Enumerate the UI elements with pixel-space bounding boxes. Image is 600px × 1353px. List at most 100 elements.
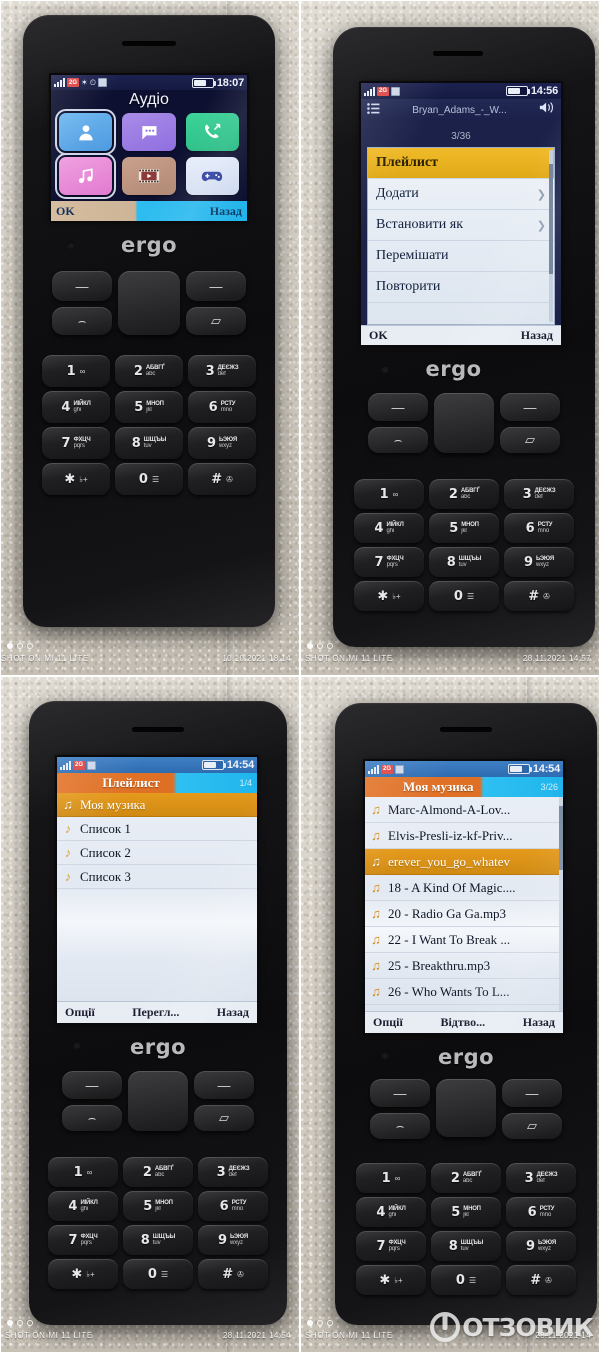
softkey-right-label[interactable]: Назад — [212, 1005, 254, 1020]
list-scrollbar[interactable] — [559, 797, 563, 1011]
key-7[interactable]: 7 ФХЦЧ pqrs — [42, 427, 110, 459]
menu-scrollbar[interactable] — [549, 150, 553, 322]
softkey-center-label[interactable]: Відтво... — [435, 1015, 490, 1030]
dpad-center-button[interactable] — [118, 271, 180, 335]
key-9[interactable]: 9 ЬЭЮЯ wxyz — [188, 427, 256, 459]
key-star[interactable]: ✱ ♭+ — [354, 581, 424, 611]
list-item[interactable]: ♫ 22 - I Want To Break ... — [365, 927, 563, 953]
list-item[interactable]: ♫ Elvis-Presli-iz-kf-Priv... — [365, 823, 563, 849]
key-4[interactable]: 4 ИІЙКЛ ghi — [354, 513, 424, 543]
list-item[interactable]: ♫ Моя музика — [57, 793, 257, 817]
softkey-right-label[interactable]: Назад — [205, 204, 247, 219]
list-item[interactable]: ♫ 26 - Who Wants To L... — [365, 979, 563, 1005]
music-app-icon[interactable] — [54, 153, 117, 199]
key-5[interactable]: 5 МНОП jkl — [115, 391, 183, 423]
softkey-left-label[interactable]: Опції — [60, 1005, 100, 1020]
key-star[interactable]: ✱ ♭+ — [356, 1265, 426, 1295]
key-0[interactable]: 0 ☰ — [115, 463, 183, 495]
key-hash[interactable]: # ✇ — [188, 463, 256, 495]
key-9[interactable]: 9 ЬЭЮЯ wxyz — [504, 547, 574, 577]
menu-item-shuffle[interactable]: Перемішати — [368, 241, 554, 272]
key-4[interactable]: 4 ИІЙКЛ ghi — [356, 1197, 426, 1227]
dpad-center-button[interactable] — [436, 1079, 496, 1137]
video-app-icon[interactable] — [122, 157, 176, 195]
key-1[interactable]: 1 ∞ — [354, 479, 424, 509]
end-call-button[interactable]: ▱ — [194, 1105, 254, 1131]
key-hash[interactable]: # ✇ — [506, 1265, 576, 1295]
key-1[interactable]: 1 ∞ — [42, 355, 110, 387]
key-8[interactable]: 8 ШЩЪЫ tuv — [429, 547, 499, 577]
list-item[interactable]: ♫ 18 - A Kind Of Magic.... — [365, 875, 563, 901]
list-item[interactable]: ♫ erever_you_go_whatev — [365, 849, 563, 875]
menu-item-add[interactable]: Додати ❯ — [368, 179, 554, 210]
key-star[interactable]: ✱ ♭+ — [48, 1259, 118, 1289]
key-4[interactable]: 4 ИІЙКЛ ghi — [48, 1191, 118, 1221]
key-5[interactable]: 5 МНОП jkl — [123, 1191, 193, 1221]
key-1[interactable]: 1 ∞ — [48, 1157, 118, 1187]
call-button[interactable]: ⌢ — [52, 307, 112, 335]
softkey-center-label[interactable]: Перегл... — [127, 1005, 184, 1020]
list-item[interactable]: ♪ Список 2 — [57, 841, 257, 865]
messages-app-icon[interactable] — [122, 113, 176, 151]
call-button[interactable]: ⌢ — [370, 1113, 430, 1139]
right-softkey-button[interactable]: — — [500, 393, 560, 421]
key-0[interactable]: 0 ☰ — [431, 1265, 501, 1295]
list-item[interactable]: ♫ 25 - Breakthru.mp3 — [365, 953, 563, 979]
left-softkey-button[interactable]: — — [368, 393, 428, 421]
call-button[interactable]: ⌢ — [368, 427, 428, 453]
key-0[interactable]: 0 ☰ — [429, 581, 499, 611]
key-3[interactable]: 3 ДЕЄЖЗ def — [188, 355, 256, 387]
right-softkey-button[interactable]: — — [194, 1071, 254, 1099]
key-6[interactable]: 6 РСТУ mno — [198, 1191, 268, 1221]
dpad-center-button[interactable] — [128, 1071, 188, 1131]
right-softkey-button[interactable]: — — [186, 271, 246, 301]
key-7[interactable]: 7 ФХЦЧ pqrs — [356, 1231, 426, 1261]
key-8[interactable]: 8 ШЩЪЫ tuv — [431, 1231, 501, 1261]
contacts-app-icon[interactable] — [54, 109, 117, 155]
softkey-right-label[interactable]: Назад — [516, 328, 558, 343]
key-0[interactable]: 0 ☰ — [123, 1259, 193, 1289]
key-3[interactable]: 3 ДЕЄЖЗ def — [506, 1163, 576, 1193]
softkey-left-label[interactable]: OK — [51, 204, 80, 219]
key-6[interactable]: 6 РСТУ mno — [188, 391, 256, 423]
volume-speaker-icon[interactable] — [539, 101, 555, 119]
key-9[interactable]: 9 ЬЭЮЯ wxyz — [198, 1225, 268, 1255]
left-softkey-button[interactable]: — — [62, 1071, 122, 1099]
call-log-app-icon[interactable] — [185, 113, 239, 151]
key-star[interactable]: ✱ ♭+ — [42, 463, 110, 495]
softkey-right-label[interactable]: Назад — [518, 1015, 560, 1030]
softkey-left-label[interactable]: OK — [364, 328, 393, 343]
key-2[interactable]: 2 АБВГҐ abc — [123, 1157, 193, 1187]
key-6[interactable]: 6 РСТУ mno — [506, 1197, 576, 1227]
key-9[interactable]: 9 ЬЭЮЯ wxyz — [506, 1231, 576, 1261]
right-softkey-button[interactable]: — — [502, 1079, 562, 1107]
key-6[interactable]: 6 РСТУ mno — [504, 513, 574, 543]
key-7[interactable]: 7 ФХЦЧ pqrs — [48, 1225, 118, 1255]
key-5[interactable]: 5 МНОП jkl — [429, 513, 499, 543]
call-button[interactable]: ⌢ — [62, 1105, 122, 1131]
key-1[interactable]: 1 ∞ — [356, 1163, 426, 1193]
games-app-icon[interactable] — [185, 157, 239, 195]
key-2[interactable]: 2 АБВГҐ abc — [429, 479, 499, 509]
playlist-list-icon[interactable] — [367, 101, 380, 119]
key-8[interactable]: 8 ШЩЪЫ tuv — [123, 1225, 193, 1255]
key-7[interactable]: 7 ФХЦЧ pqrs — [354, 547, 424, 577]
key-4[interactable]: 4 ИІЙКЛ ghi — [42, 391, 110, 423]
key-5[interactable]: 5 МНОП jkl — [431, 1197, 501, 1227]
list-item[interactable]: ♫ Marc-Almond-A-Lov... — [365, 797, 563, 823]
list-item[interactable]: ♪ Список 3 — [57, 865, 257, 889]
left-softkey-button[interactable]: — — [370, 1079, 430, 1107]
key-2[interactable]: 2 АБВГҐ abc — [115, 355, 183, 387]
left-softkey-button[interactable]: — — [52, 271, 112, 301]
key-3[interactable]: 3 ДЕЄЖЗ def — [504, 479, 574, 509]
list-item[interactable]: ♪ Список 1 — [57, 817, 257, 841]
dpad-center-button[interactable] — [434, 393, 494, 453]
menu-item-set-as[interactable]: Встановити як ❯ — [368, 210, 554, 241]
end-call-button[interactable]: ▱ — [502, 1113, 562, 1139]
key-3[interactable]: 3 ДЕЄЖЗ def — [198, 1157, 268, 1187]
end-call-button[interactable]: ▱ — [500, 427, 560, 453]
menu-item-repeat[interactable]: Повторити — [368, 272, 554, 303]
key-8[interactable]: 8 ШЩЪЫ tuv — [115, 427, 183, 459]
key-hash[interactable]: # ✇ — [504, 581, 574, 611]
list-item[interactable]: ♫ 20 - Radio Ga Ga.mp3 — [365, 901, 563, 927]
